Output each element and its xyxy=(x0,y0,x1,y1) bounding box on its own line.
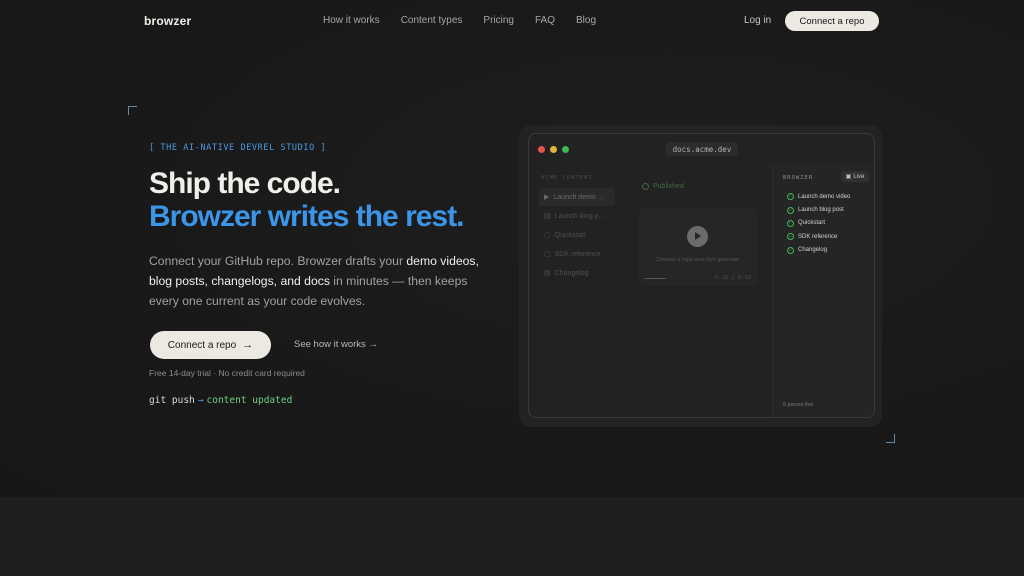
headline-line-2: Browzer writes the rest. xyxy=(149,200,464,233)
check-circle-icon: ✓ xyxy=(787,246,794,254)
nav-link-content-types[interactable]: Content types xyxy=(401,15,463,26)
login-link[interactable]: Log in xyxy=(744,15,771,26)
player-hint: Connect a repo and click generate. xyxy=(655,257,741,263)
mock-sidebar-label: SDK reference xyxy=(554,250,601,258)
page-icon: ▢ xyxy=(544,251,551,258)
live-badge: ▣ Live xyxy=(841,171,869,182)
panel-item-label: Launch blog post xyxy=(798,207,844,214)
mock-sidebar-item: ▢ SDK reference xyxy=(539,245,615,263)
trial-note: Free 14-day trial · No credit card requi… xyxy=(149,368,305,378)
panel-item: ✓ Launch blog post xyxy=(787,203,850,216)
hero-headline: Ship the code. Browzer writes the rest. xyxy=(149,167,464,233)
panel-item-label: Changelog xyxy=(798,247,828,254)
window-minimize-dot xyxy=(550,146,557,153)
top-nav: How it works Content types Pricing FAQ B… xyxy=(323,15,596,26)
panel-item: ✓ Quickstart xyxy=(787,217,850,230)
hero-connect-repo-button[interactable]: Connect a repo → xyxy=(150,331,271,359)
mock-sidebar-item: ▢ Quickstart xyxy=(539,226,615,244)
nav-connect-repo-button[interactable]: Connect a repo xyxy=(785,11,879,31)
panel-item-label: Quickstart xyxy=(798,220,826,227)
check-circle-icon xyxy=(642,183,649,190)
panel-item: ✓ Launch demo video xyxy=(787,190,850,203)
panel-list: ✓ Launch demo video ✓ Launch blog post ✓ Qu… xyxy=(787,190,850,257)
mock-sidebar: ▶ Launch demo ... ▤ Launch blog p... ▢ Quic… xyxy=(539,188,615,283)
mock-sidebar-item: ▤ Changelog xyxy=(539,264,615,282)
panel-item: ✓ SDK reference xyxy=(787,230,850,243)
lock-icon: ▣ xyxy=(845,174,852,180)
page-icon: ▢ xyxy=(544,232,551,239)
live-label: Live xyxy=(853,173,865,180)
mock-sidebar-label: Quickstart xyxy=(554,231,587,239)
nav-link-blog[interactable]: Blog xyxy=(576,15,596,26)
mock-sidebar-label: Launch blog p... xyxy=(554,212,605,220)
url-bar: docs.acme.dev xyxy=(666,142,738,156)
check-circle-icon: ✓ xyxy=(787,193,794,201)
mock-sidebar-item: ▶ Launch demo ... xyxy=(539,188,615,206)
check-circle-icon: ✓ xyxy=(787,233,794,241)
check-circle-icon: ✓ xyxy=(787,219,794,227)
nav-link-pricing[interactable]: Pricing xyxy=(483,15,514,26)
window-close-dot xyxy=(538,146,545,153)
cta-label: Connect a repo xyxy=(167,339,237,351)
player-progress xyxy=(644,278,666,279)
arrow-right-icon: → xyxy=(197,395,204,406)
mock-sidebar-title: ACME CONTENT xyxy=(541,175,593,181)
nav-link-faq[interactable]: FAQ xyxy=(535,15,555,26)
published-status: Published xyxy=(642,183,684,190)
document-icon: ▤ xyxy=(544,213,551,220)
headline-line-1: Ship the code. xyxy=(149,167,341,200)
corner-bracket-top-left xyxy=(128,106,137,115)
eyebrow-label: [ THE AI-NATIVE DEVREL STUDIO ] xyxy=(149,143,327,153)
panel-footer: 5 pieces live xyxy=(783,402,814,408)
mock-sidebar-item: ▤ Launch blog p... xyxy=(539,207,615,225)
nav-link-how-it-works[interactable]: How it works xyxy=(323,15,380,26)
published-label: Published xyxy=(653,183,684,190)
window-maximize-dot xyxy=(562,146,569,153)
mock-sidebar-label: Changelog xyxy=(554,269,589,277)
git-command: git push xyxy=(149,395,195,406)
mock-browser-window: docs.acme.dev ACME CONTENT ▶ Launch demo … xyxy=(528,133,875,418)
play-icon xyxy=(687,226,708,247)
document-icon: ▤ xyxy=(544,270,551,277)
git-result: content updated xyxy=(206,395,293,406)
see-how-it-works-link[interactable]: See how it works → xyxy=(294,339,378,350)
panel-title: BROWZER xyxy=(783,175,814,181)
panel-item-label: SDK reference xyxy=(798,233,838,240)
play-icon: ▶ xyxy=(544,194,550,201)
check-circle-icon: ✓ xyxy=(787,206,794,214)
panel-item: ✓ Changelog xyxy=(787,244,850,257)
corner-bracket-bottom-right xyxy=(886,434,895,443)
subtitle-part-1: Connect your GitHub repo. Browzer drafts… xyxy=(149,254,407,268)
mock-sidebar-label: Launch demo ... xyxy=(553,193,604,201)
player-time: 0:18 / 0:56 xyxy=(715,275,752,281)
browzer-panel: BROWZER ▣ Live ✓ Launch demo video ✓ Launch… xyxy=(772,165,874,417)
logo[interactable]: browzer xyxy=(144,14,191,28)
panel-item-label: Launch demo video xyxy=(798,193,851,200)
arrow-right-icon: → xyxy=(242,339,254,351)
next-section xyxy=(0,497,1024,576)
hero-subtitle: Connect your GitHub repo. Browzer drafts… xyxy=(149,251,494,311)
git-push-line: git push → content updated xyxy=(149,395,292,406)
